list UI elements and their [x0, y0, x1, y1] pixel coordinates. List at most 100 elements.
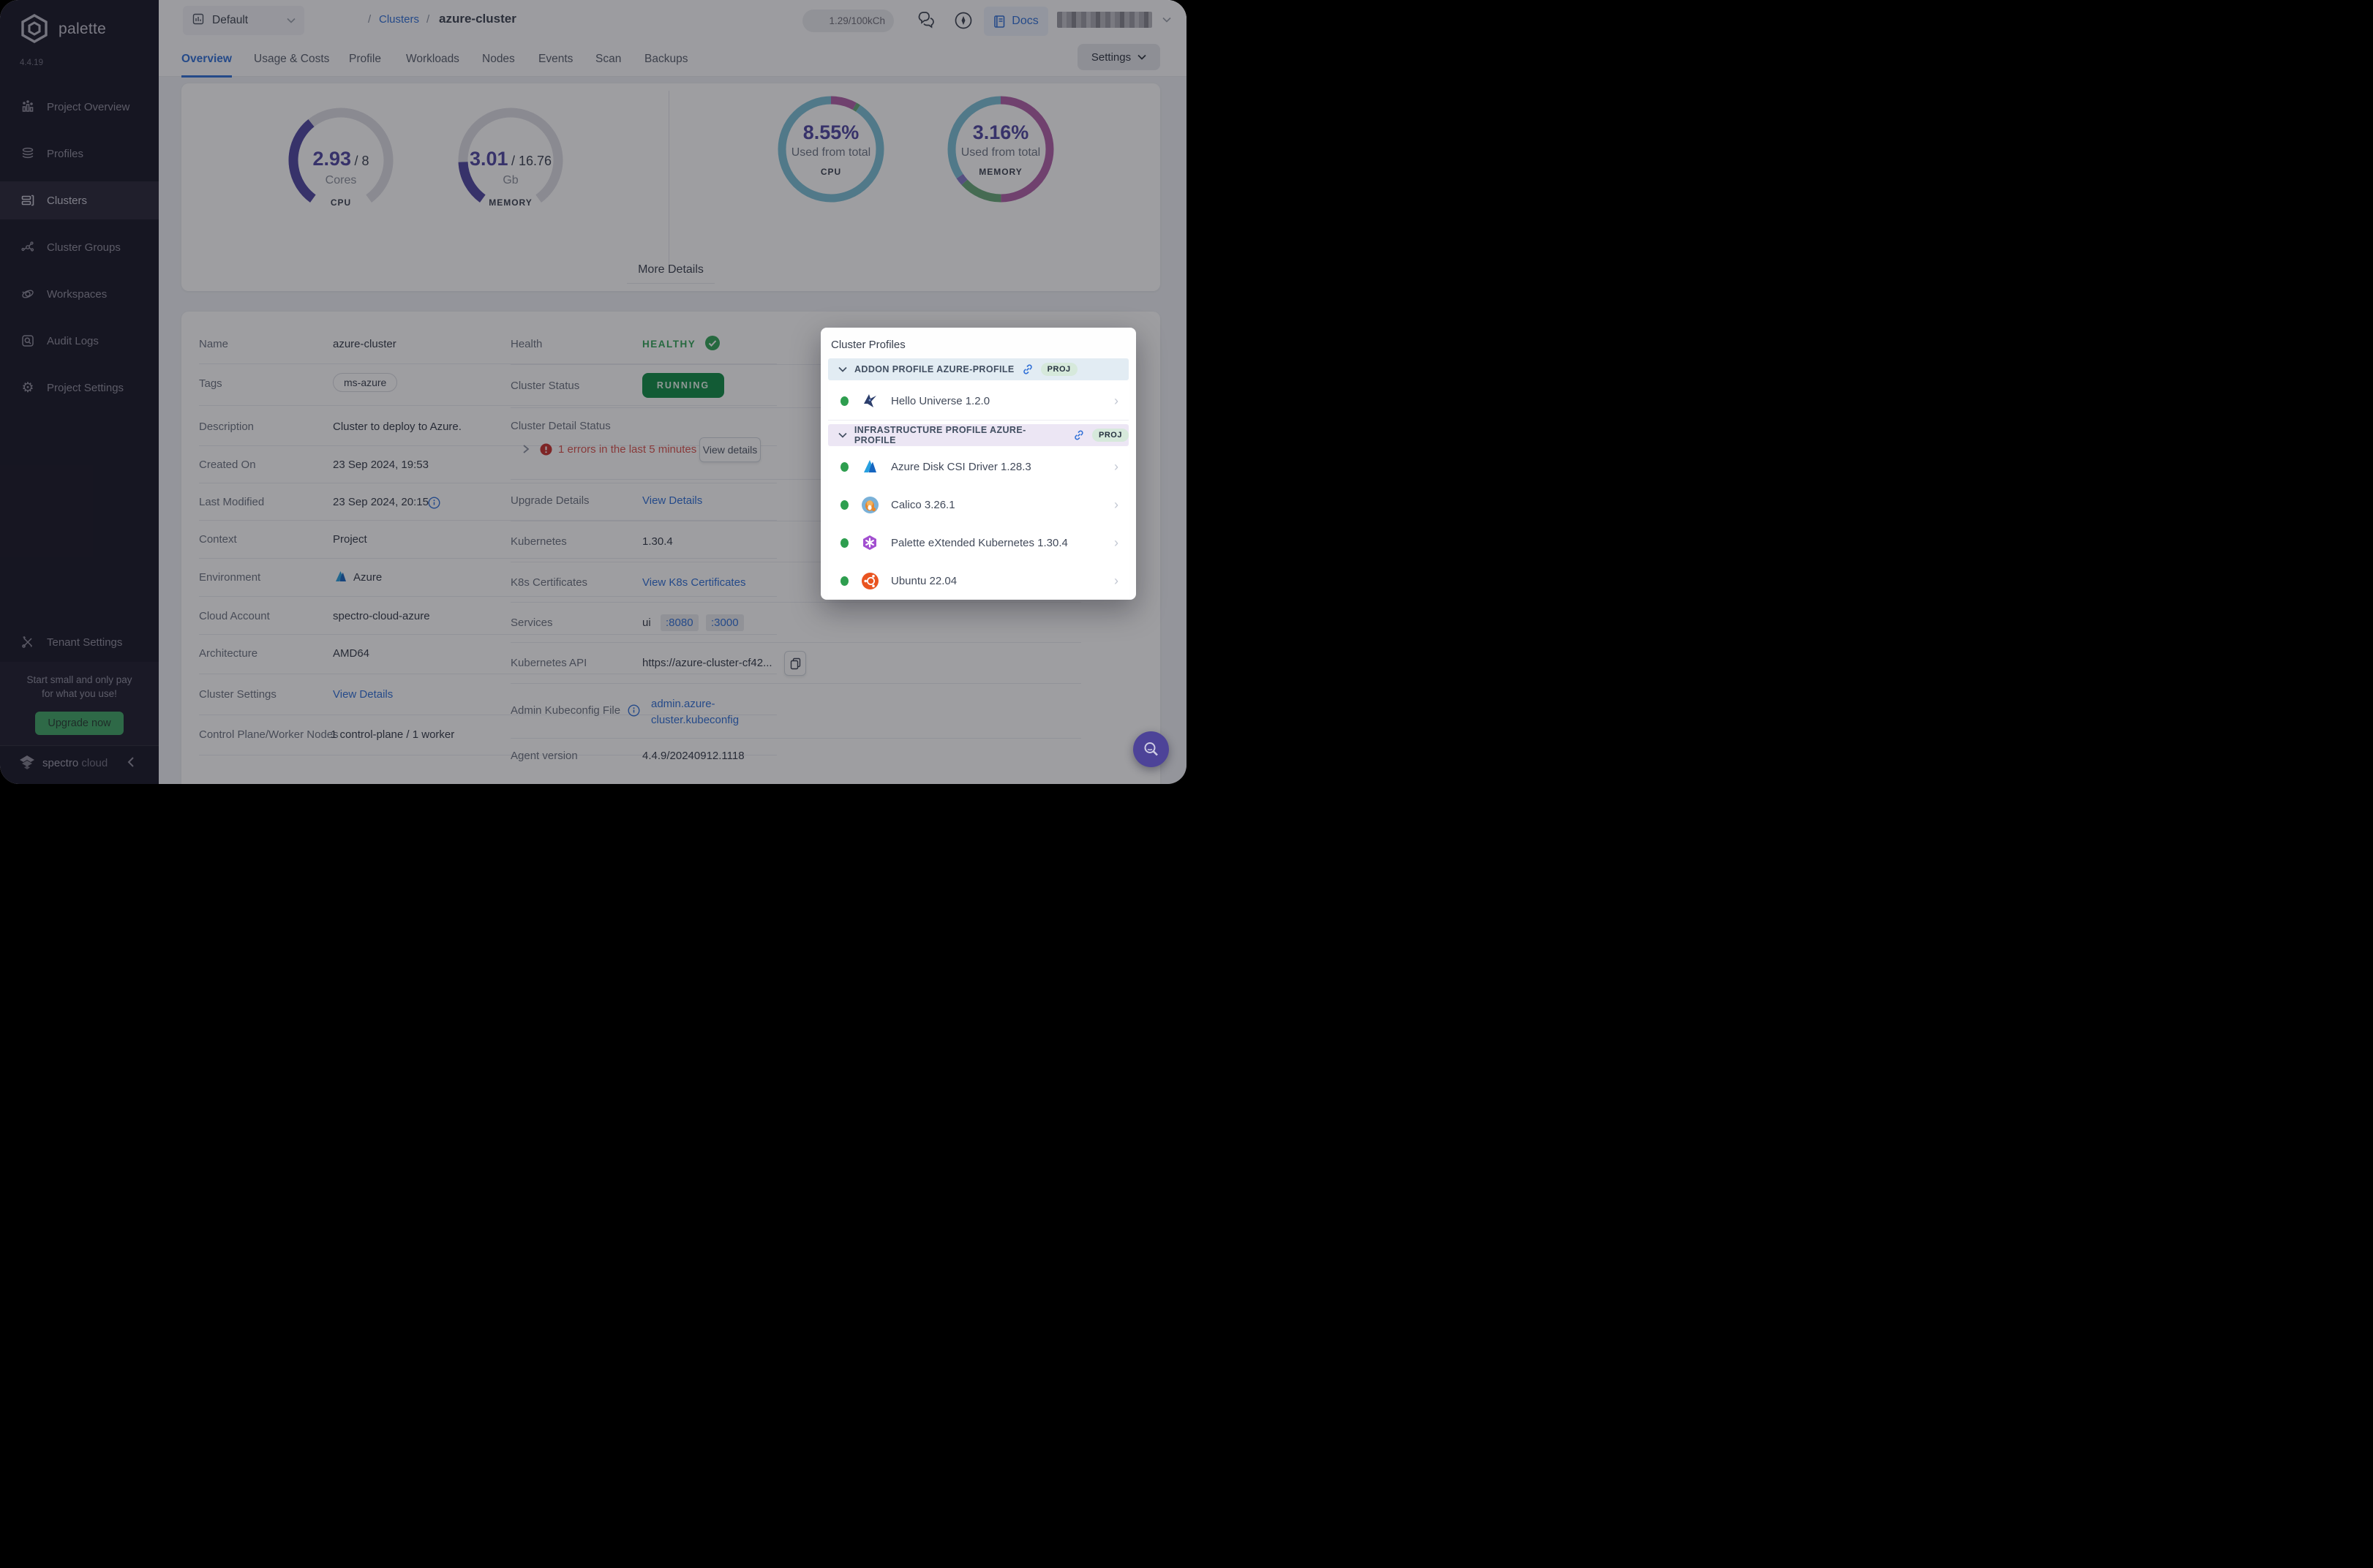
service-port-3000-link[interactable]: :3000	[706, 614, 744, 631]
detail-value-last-modified: 23 Sep 2024, 20:15	[333, 496, 429, 508]
detail-label: Agent version	[511, 750, 578, 762]
detail-label: Created On	[199, 459, 256, 471]
row-divider	[199, 596, 777, 597]
book-icon	[993, 15, 1006, 29]
sidebar-item-label: Tenant Settings	[47, 636, 122, 649]
docs-button[interactable]: Docs	[984, 7, 1048, 36]
memory-donut-pct: 3.16%	[942, 121, 1059, 144]
view-k8s-certificates-link[interactable]: View K8s Certificates	[642, 576, 745, 589]
link-icon[interactable]	[1073, 429, 1085, 441]
docs-label: Docs	[1012, 15, 1038, 28]
sidebar-item-tenant-settings[interactable]: Tenant Settings	[0, 623, 159, 661]
tools-icon	[20, 634, 36, 650]
breadcrumb-current: azure-cluster	[439, 12, 516, 26]
expand-chevron-icon[interactable]	[522, 443, 530, 455]
detail-label: Admin Kubeconfig File	[511, 704, 620, 717]
sidebar-item-project-overview[interactable]: Project Overview	[0, 88, 159, 126]
sidebar-collapse-chevron[interactable]	[126, 755, 136, 773]
detail-label: Control Plane/Worker Nodes	[199, 728, 339, 741]
project-selector-value: Default	[212, 14, 248, 27]
service-name: ui	[642, 617, 651, 629]
addon-profile-section-header[interactable]: ADDON PROFILE AZURE-PROFILE PROJ	[828, 358, 1129, 380]
memory-used-value: 3.01	[470, 148, 508, 170]
server-icon	[20, 192, 36, 208]
more-details-button[interactable]: More Details	[627, 263, 715, 284]
project-selector-dropdown[interactable]: Default	[183, 6, 304, 35]
info-icon[interactable]	[428, 497, 440, 509]
profile-pack-name: Azure Disk CSI Driver 1.28.3	[891, 461, 1031, 473]
status-dot-green	[840, 462, 849, 472]
profile-row-calico[interactable]: Calico 3.26.1 ›	[828, 486, 1129, 524]
brand-name: palette	[59, 20, 106, 38]
spectro-cloud-logo-icon	[18, 753, 37, 772]
tab-backups[interactable]: Backups	[644, 42, 688, 75]
footer-brand-cloud: cloud	[81, 757, 108, 769]
memory-gauge-unit: Gb	[452, 174, 569, 187]
sidebar-item-workspaces[interactable]: Workspaces	[0, 275, 159, 313]
cluster-settings-view-details-link[interactable]: View Details	[333, 688, 393, 701]
service-port-8080-link[interactable]: :8080	[661, 614, 699, 631]
top-bar: Default / Clusters / azure-cluster 1.29/…	[159, 0, 1186, 42]
usage-quota-value: 1.29/100kCh	[829, 15, 885, 26]
cpu-total-value: / 8	[355, 154, 369, 168]
sidebar-item-audit-logs[interactable]: Audit Logs	[0, 322, 159, 360]
detail-label: Context	[199, 533, 237, 546]
breadcrumb-clusters-link[interactable]: Clusters	[379, 13, 419, 26]
profile-pack-name: Ubuntu 22.04	[891, 575, 957, 587]
tab-label: Scan	[595, 53, 621, 66]
sidebar-item-clusters[interactable]: Clusters	[0, 181, 159, 219]
kubeconfig-download-link[interactable]: admin.azure- cluster.kubeconfig	[651, 696, 739, 728]
app-window: palette 4.4.19 Project Overview Profiles	[0, 0, 1186, 784]
info-icon[interactable]	[628, 704, 640, 717]
memory-gauge-value: 3.01 / 16.76	[452, 148, 569, 170]
orbit-icon	[20, 286, 36, 302]
chat-icon[interactable]	[916, 10, 938, 35]
profile-row-hello-universe[interactable]: Hello Universe 1.2.0 ›	[828, 382, 1129, 421]
user-account-name-redacted[interactable]	[1057, 12, 1152, 28]
tab-label: Overview	[181, 53, 232, 66]
upgrade-details-link[interactable]: View Details	[642, 494, 702, 507]
link-icon[interactable]	[1022, 363, 1034, 375]
tab-usage-costs[interactable]: Usage & Costs	[254, 42, 329, 75]
tab-overview[interactable]: Overview	[181, 42, 232, 78]
chevron-right-icon: ›	[1114, 573, 1118, 589]
sidebar-item-cluster-groups[interactable]: Cluster Groups	[0, 228, 159, 266]
calico-icon	[860, 495, 879, 514]
tab-nodes[interactable]: Nodes	[482, 42, 515, 75]
tab-scan[interactable]: Scan	[595, 42, 621, 75]
profile-row-palette-extended-kubernetes[interactable]: Palette eXtended Kubernetes 1.30.4 ›	[828, 524, 1129, 562]
layers-icon	[20, 146, 36, 162]
cpu-donut-label: CPU	[772, 167, 890, 177]
gear-icon: ⚙	[20, 380, 36, 396]
tab-label: Backups	[644, 53, 688, 66]
footer-brand-spectro: spectro	[42, 757, 78, 769]
usage-overview-card: 2.93 / 8 Cores CPU 3.01 / 16.76 Gb MEMOR…	[181, 83, 1160, 291]
chevron-right-icon: ›	[1114, 497, 1118, 513]
tag-ms-azure: ms-azure	[333, 373, 397, 392]
upgrade-now-button[interactable]: Upgrade now	[35, 712, 124, 735]
tab-workloads[interactable]: Workloads	[406, 42, 459, 75]
compass-icon[interactable]	[953, 10, 974, 34]
kubeconfig-line1: admin.azure-	[651, 696, 739, 712]
copy-button[interactable]	[784, 651, 806, 676]
detail-label: Cluster Settings	[199, 688, 277, 701]
memory-donut-caption: Used from total	[942, 146, 1059, 159]
tab-events[interactable]: Events	[538, 42, 573, 75]
row-divider	[511, 738, 1081, 739]
profile-row-ubuntu[interactable]: Ubuntu 22.04 ›	[828, 562, 1129, 600]
infrastructure-profile-section-header[interactable]: INFRASTRUCTURE PROFILE AZURE-PROFILE PRO…	[828, 424, 1129, 446]
assistant-search-fab[interactable]	[1133, 731, 1169, 767]
audit-search-icon	[20, 333, 36, 349]
sidebar-item-project-settings[interactable]: ⚙ Project Settings	[0, 369, 159, 407]
error-icon	[540, 443, 552, 456]
sidebar-item-profiles[interactable]: Profiles	[0, 135, 159, 173]
user-menu-chevron-icon[interactable]	[1162, 17, 1171, 23]
view-details-button[interactable]: View details	[699, 437, 761, 462]
profile-row-azure-disk-csi[interactable]: Azure Disk CSI Driver 1.28.3 ›	[828, 448, 1129, 486]
tab-profile[interactable]: Profile	[349, 42, 381, 75]
detail-value-architecture: AMD64	[333, 647, 369, 660]
search-smile-icon	[1142, 740, 1161, 759]
detail-label: Architecture	[199, 647, 257, 660]
settings-button[interactable]: Settings	[1078, 44, 1160, 70]
sidebar: palette 4.4.19 Project Overview Profiles	[0, 0, 159, 784]
